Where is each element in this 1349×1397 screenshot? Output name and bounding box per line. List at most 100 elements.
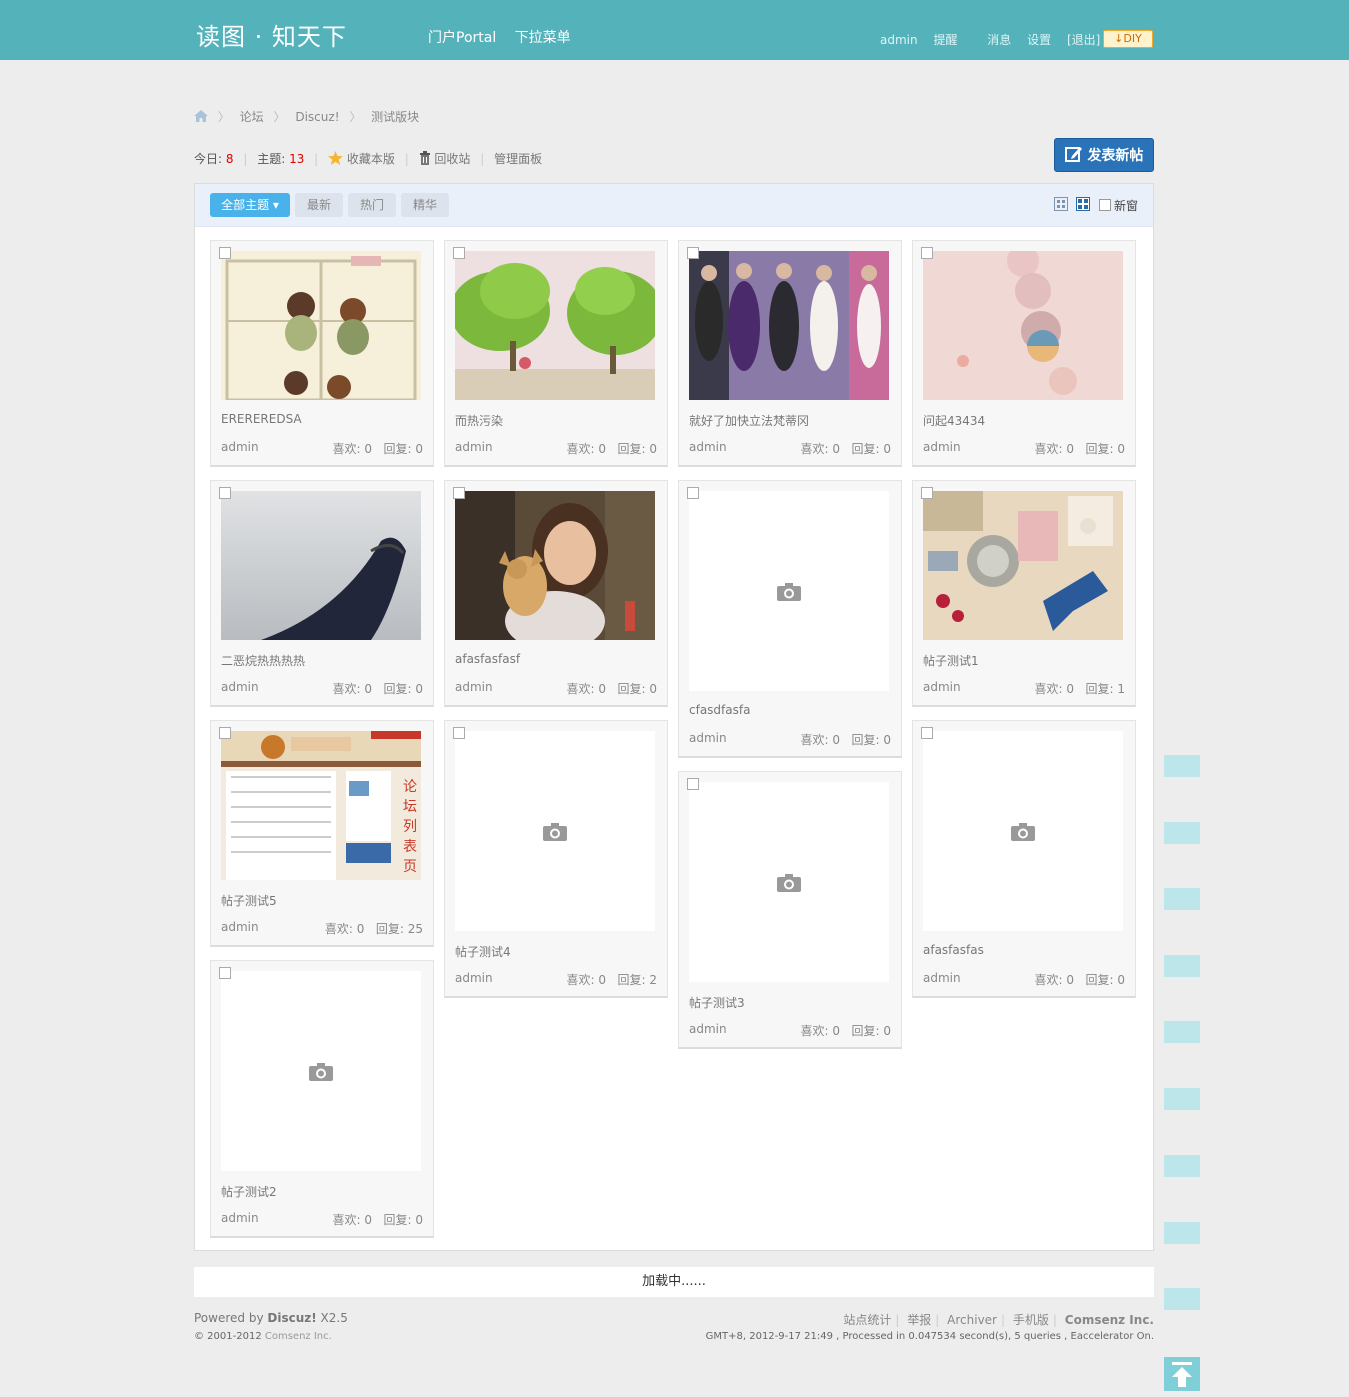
footer-link-report[interactable]: 举报	[907, 1313, 931, 1327]
thread-title[interactable]: 就好了加快立法梵蒂冈	[689, 412, 809, 429]
thread-card[interactable]: cfasdfasfa admin 喜欢: 0 回复: 0	[678, 480, 902, 758]
select-checkbox[interactable]	[219, 487, 231, 499]
thread-title[interactable]: afasfasfas	[923, 943, 984, 957]
back-to-top-icon[interactable]	[1164, 1288, 1200, 1310]
select-checkbox[interactable]	[687, 487, 699, 499]
thread-card[interactable]: afasfasfasf admin 喜欢: 0 回复: 0	[444, 480, 668, 707]
thread-card[interactable]: afasfasfas admin 喜欢: 0 回复: 0	[912, 720, 1136, 998]
thread-card[interactable]: 帖子测试2 admin 喜欢: 0 回复: 0	[210, 960, 434, 1238]
thread-card[interactable]: 就好了加快立法梵蒂冈 admin 喜欢: 0 回复: 0	[678, 240, 902, 467]
back-to-top-icon[interactable]	[1164, 888, 1200, 910]
tab-hot[interactable]: 热门	[348, 193, 396, 217]
thread-author[interactable]: admin	[689, 440, 727, 454]
reminder-link[interactable]: 提醒	[933, 33, 957, 47]
thread-title[interactable]: 而热污染	[455, 412, 503, 429]
back-to-top-icon[interactable]	[1164, 1155, 1200, 1177]
thread-card[interactable]: 问起43434 admin 喜欢: 0 回复: 0	[912, 240, 1136, 467]
back-to-top-icon[interactable]	[1164, 955, 1200, 977]
thread-title[interactable]: 二恶烷热热热热	[221, 652, 305, 669]
thread-author[interactable]: admin	[221, 920, 259, 934]
thread-card[interactable]: 帖子测试3 admin 喜欢: 0 回复: 0	[678, 771, 902, 1049]
select-checkbox[interactable]	[219, 247, 231, 259]
select-checkbox[interactable]	[687, 778, 699, 790]
favorite-link[interactable]: 收藏本版	[328, 151, 399, 166]
select-checkbox[interactable]	[921, 487, 933, 499]
thread-card[interactable]: 而热污染 admin 喜欢: 0 回复: 0	[444, 240, 668, 467]
select-checkbox[interactable]	[687, 247, 699, 259]
thread-image[interactable]	[221, 251, 421, 400]
thread-image[interactable]	[689, 251, 889, 400]
thread-image[interactable]	[455, 491, 655, 640]
new-post-button[interactable]: 发表新帖	[1054, 138, 1154, 172]
settings-link[interactable]: 设置	[1027, 33, 1051, 47]
thread-title[interactable]: afasfasfasf	[455, 652, 520, 666]
thread-author[interactable]: admin	[455, 680, 493, 694]
breadcrumb-forum[interactable]: 论坛	[240, 110, 264, 124]
footer-link-archiver[interactable]: Archiver	[947, 1313, 997, 1327]
thread-image-placeholder[interactable]	[923, 731, 1123, 931]
thread-image-placeholder[interactable]	[689, 782, 889, 982]
breadcrumb-discuz[interactable]: Discuz!	[295, 110, 339, 124]
thread-title[interactable]: cfasdfasfa	[689, 703, 750, 717]
thread-image[interactable]	[923, 251, 1123, 400]
thread-title[interactable]: 帖子测试3	[689, 994, 745, 1011]
thread-image[interactable]	[923, 491, 1123, 640]
thread-card[interactable]: EREREREDSA admin 喜欢: 0 回复: 0	[210, 240, 434, 467]
back-to-top-icon[interactable]	[1164, 1357, 1200, 1391]
thread-image-placeholder[interactable]	[689, 491, 889, 691]
grid-view-icon[interactable]	[1054, 197, 1068, 211]
footer-link-stats[interactable]: 站点统计	[843, 1313, 891, 1327]
thread-title[interactable]: 帖子测试4	[455, 943, 511, 960]
logout-link[interactable]: [退出]	[1067, 33, 1100, 47]
select-checkbox[interactable]	[219, 727, 231, 739]
recycle-link[interactable]: 回收站	[419, 151, 475, 166]
tab-digest[interactable]: 精华	[401, 193, 449, 217]
select-checkbox[interactable]	[453, 487, 465, 499]
select-checkbox[interactable]	[921, 727, 933, 739]
thread-author[interactable]: admin	[689, 731, 727, 745]
site-logo[interactable]: 读图 · 知天下	[196, 17, 347, 52]
thread-author[interactable]: admin	[455, 440, 493, 454]
tab-latest[interactable]: 最新	[295, 193, 343, 217]
back-to-top-icon[interactable]	[1164, 755, 1200, 777]
back-to-top-icon[interactable]	[1164, 822, 1200, 844]
thread-image-placeholder[interactable]	[455, 731, 655, 931]
footer-link-mobile[interactable]: 手机版	[1013, 1313, 1049, 1327]
tab-all-threads[interactable]: 全部主题 ▾	[210, 193, 290, 217]
thread-title[interactable]: 帖子测试2	[221, 1183, 277, 1200]
thread-card[interactable]: 帖子测试4 admin 喜欢: 0 回复: 2	[444, 720, 668, 998]
select-checkbox[interactable]	[921, 247, 933, 259]
discuz-link[interactable]: Discuz!	[267, 1311, 316, 1325]
thread-title[interactable]: 问起43434	[923, 412, 985, 429]
select-checkbox[interactable]	[453, 247, 465, 259]
thread-author[interactable]: admin	[923, 440, 961, 454]
select-checkbox[interactable]	[453, 727, 465, 739]
footer-company-link[interactable]: Comsenz Inc.	[1065, 1313, 1154, 1327]
nav-item-portal[interactable]: 门户Portal	[428, 30, 496, 46]
back-to-top-icon[interactable]	[1164, 1021, 1200, 1043]
nav-item-dropdown[interactable]: 下拉菜单	[515, 30, 571, 46]
thread-author[interactable]: admin	[221, 680, 259, 694]
thread-image[interactable]	[455, 251, 655, 400]
back-to-top-icon[interactable]	[1164, 1088, 1200, 1110]
new-window-toggle[interactable]: 新窗	[1099, 197, 1138, 214]
thread-title[interactable]: 帖子测试1	[923, 652, 979, 669]
diy-button[interactable]: ↓DIY	[1103, 30, 1153, 48]
new-window-checkbox[interactable]	[1099, 199, 1111, 211]
thread-author[interactable]: admin	[221, 440, 259, 454]
thread-author[interactable]: admin	[923, 680, 961, 694]
comsenz-small-link[interactable]: Comsenz Inc.	[265, 1331, 332, 1342]
breadcrumb-current[interactable]: 测试版块	[371, 110, 419, 124]
thread-card[interactable]: 论坛列表页 帖子测试5 admin 喜欢: 0 回复: 25	[210, 720, 434, 947]
select-checkbox[interactable]	[219, 967, 231, 979]
thread-author[interactable]: admin	[923, 971, 961, 985]
thread-card[interactable]: 帖子测试1 admin 喜欢: 0 回复: 1	[912, 480, 1136, 707]
thread-author[interactable]: admin	[221, 1211, 259, 1225]
thread-author[interactable]: admin	[455, 971, 493, 985]
thread-title[interactable]: 帖子测试5	[221, 892, 277, 909]
messages-link[interactable]: 消息	[987, 33, 1011, 47]
manage-panel-link[interactable]: 管理面板	[494, 152, 542, 166]
username-link[interactable]: admin	[880, 33, 918, 47]
waterfall-view-icon[interactable]	[1076, 197, 1090, 211]
thread-image-placeholder[interactable]	[221, 971, 421, 1171]
